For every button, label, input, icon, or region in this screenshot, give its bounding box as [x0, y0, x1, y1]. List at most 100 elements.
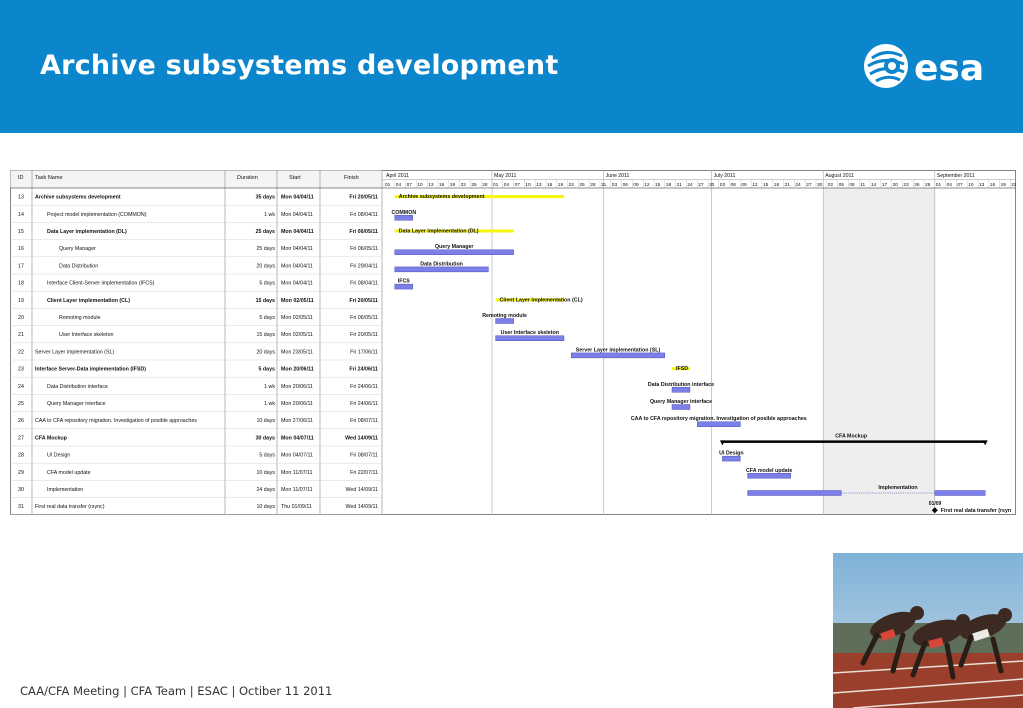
- timescale-day: 16: [990, 182, 996, 188]
- task-finish: Fri 08/04/11: [350, 281, 378, 287]
- milestone-label: First real data transfer (rsyn: [941, 508, 1011, 514]
- timescale-month: June 2011: [606, 173, 630, 179]
- task-start: Mon 20/06/11: [281, 367, 314, 373]
- task-name: Query Manager: [59, 246, 96, 252]
- summary-bar-label: Data Layer implementation (DL): [399, 229, 479, 235]
- timescale-day: 20: [893, 182, 899, 188]
- task-id: 28: [18, 453, 24, 459]
- timescale-day: 23: [903, 182, 909, 188]
- task-finish: Fri 20/05/11: [350, 332, 378, 338]
- col-header-duration: Duration: [237, 175, 258, 181]
- task-bar-label: CFA model update: [746, 468, 792, 474]
- task-name: Archive subsystems development: [35, 195, 121, 201]
- timescale-day: 09: [633, 182, 639, 188]
- esa-emblem-icon: [864, 44, 908, 88]
- timescale-day: 30: [709, 182, 715, 188]
- task-id: 26: [18, 418, 24, 424]
- task-id: 21: [18, 332, 24, 338]
- timescale-month: September 2011: [937, 173, 975, 179]
- esa-wordmark: esa: [914, 48, 984, 89]
- slide-footer: CAA/CFA Meeting | CFA Team | ESAC | Octi…: [20, 684, 333, 698]
- timescale-day: 01: [385, 182, 391, 188]
- slide-title: Archive subsystems development: [40, 50, 559, 81]
- timescale-day: 22: [461, 182, 467, 188]
- task-bar-label: COMMON: [391, 210, 416, 216]
- timescale-day: 04: [504, 182, 510, 188]
- task-duration: 1 wk: [264, 212, 275, 218]
- task-start: Mon 20/06/11: [281, 384, 313, 390]
- timescale-day: 01: [936, 182, 942, 188]
- task-duration: 1 wk: [264, 401, 275, 407]
- timescale-day: 16: [547, 182, 553, 188]
- task-duration: 20 days: [256, 263, 275, 269]
- task-name: Project model implementation (COMMON): [47, 212, 147, 218]
- task-finish: Fri 20/05/11: [349, 298, 378, 304]
- timescale-day: 13: [536, 182, 542, 188]
- task-bar-label: Query Manager interface: [650, 399, 712, 405]
- timescale-day: 26: [914, 182, 920, 188]
- task-finish: Fri 22/07/11: [350, 470, 378, 476]
- timescale-day: 18: [666, 182, 672, 188]
- timescale-day: 07: [407, 182, 413, 188]
- task-name: User Interface skeleton: [59, 332, 114, 338]
- task-duration: 15 days: [256, 298, 275, 304]
- table-header-bg: [10, 170, 383, 189]
- timescale-day: 13: [979, 182, 985, 188]
- timescale-day: 02: [828, 182, 834, 188]
- task-name: Data Distribution interface: [47, 384, 108, 390]
- task-id: 24: [18, 384, 24, 390]
- esa-logo: esa: [864, 44, 984, 89]
- task-duration: 5 days: [259, 367, 276, 373]
- task-name: Client Layer implementation (CL): [47, 298, 130, 304]
- sprinters-photo: [833, 553, 1023, 708]
- summary-bar-label: Archive subsystems development: [399, 194, 485, 200]
- task-finish: Fri 17/06/11: [350, 349, 378, 355]
- task-bar-label: Server Layer implementation (SL): [576, 347, 661, 353]
- timescale-day: 21: [785, 182, 791, 188]
- task-bar: [722, 455, 741, 462]
- timescale-month: May 2011: [494, 173, 517, 179]
- task-name: UI Design: [47, 453, 70, 459]
- timescale-day: 13: [428, 182, 434, 188]
- august-shade: [823, 188, 935, 514]
- task-finish: Fri 06/05/11: [350, 315, 378, 321]
- task-id: 13: [18, 195, 24, 201]
- task-id: 16: [18, 246, 24, 252]
- task-finish: Fri 06/05/11: [349, 229, 378, 235]
- timescale-day: 19: [558, 182, 564, 188]
- timescale-day: 10: [417, 182, 423, 188]
- task-id: 29: [18, 470, 24, 476]
- task-duration: 10 days: [256, 418, 275, 424]
- task-bar-label: Query Manager: [435, 244, 474, 250]
- task-duration: 20 days: [256, 349, 275, 355]
- timescale-day: 14: [871, 182, 877, 188]
- task-start: Mon 11/07/11: [281, 470, 313, 476]
- timescale-day: 10: [968, 182, 974, 188]
- task-bar-label: User Interface skeleton: [501, 330, 559, 336]
- task-bar-label: Data Distribution interface: [648, 382, 714, 388]
- timescale-day: 19: [450, 182, 456, 188]
- task-start: Mon 04/07/11: [281, 453, 313, 459]
- task-name: CAA to CFA repository migration. Investi…: [35, 418, 197, 424]
- task-bar-label: IFCS: [398, 279, 411, 285]
- task-id: 22: [18, 349, 24, 355]
- timescale-day: 04: [396, 182, 402, 188]
- task-start: Mon 04/04/11: [281, 229, 314, 235]
- timescale-day: 03: [612, 182, 618, 188]
- task-bar-part2: [934, 490, 986, 496]
- timescale-day: 28: [482, 182, 488, 188]
- milestone-date: 01/09: [929, 501, 942, 507]
- task-start: Mon 04/04/11: [281, 281, 313, 287]
- task-name: Implementation: [47, 487, 83, 493]
- timescale-day: 25: [579, 182, 585, 188]
- timescale-day: 25: [471, 182, 477, 188]
- task-id: 31: [18, 504, 24, 510]
- task-duration: 15 days: [256, 332, 275, 338]
- task-bar: [697, 421, 741, 427]
- task-id: 25: [18, 401, 24, 407]
- task-start: Mon 02/05/11: [281, 315, 313, 321]
- task-duration: 1 wk: [264, 384, 275, 390]
- timescale-day: 29: [925, 182, 931, 188]
- task-start: Mon 04/04/11: [281, 195, 314, 201]
- task-start: Mon 20/06/11: [281, 401, 313, 407]
